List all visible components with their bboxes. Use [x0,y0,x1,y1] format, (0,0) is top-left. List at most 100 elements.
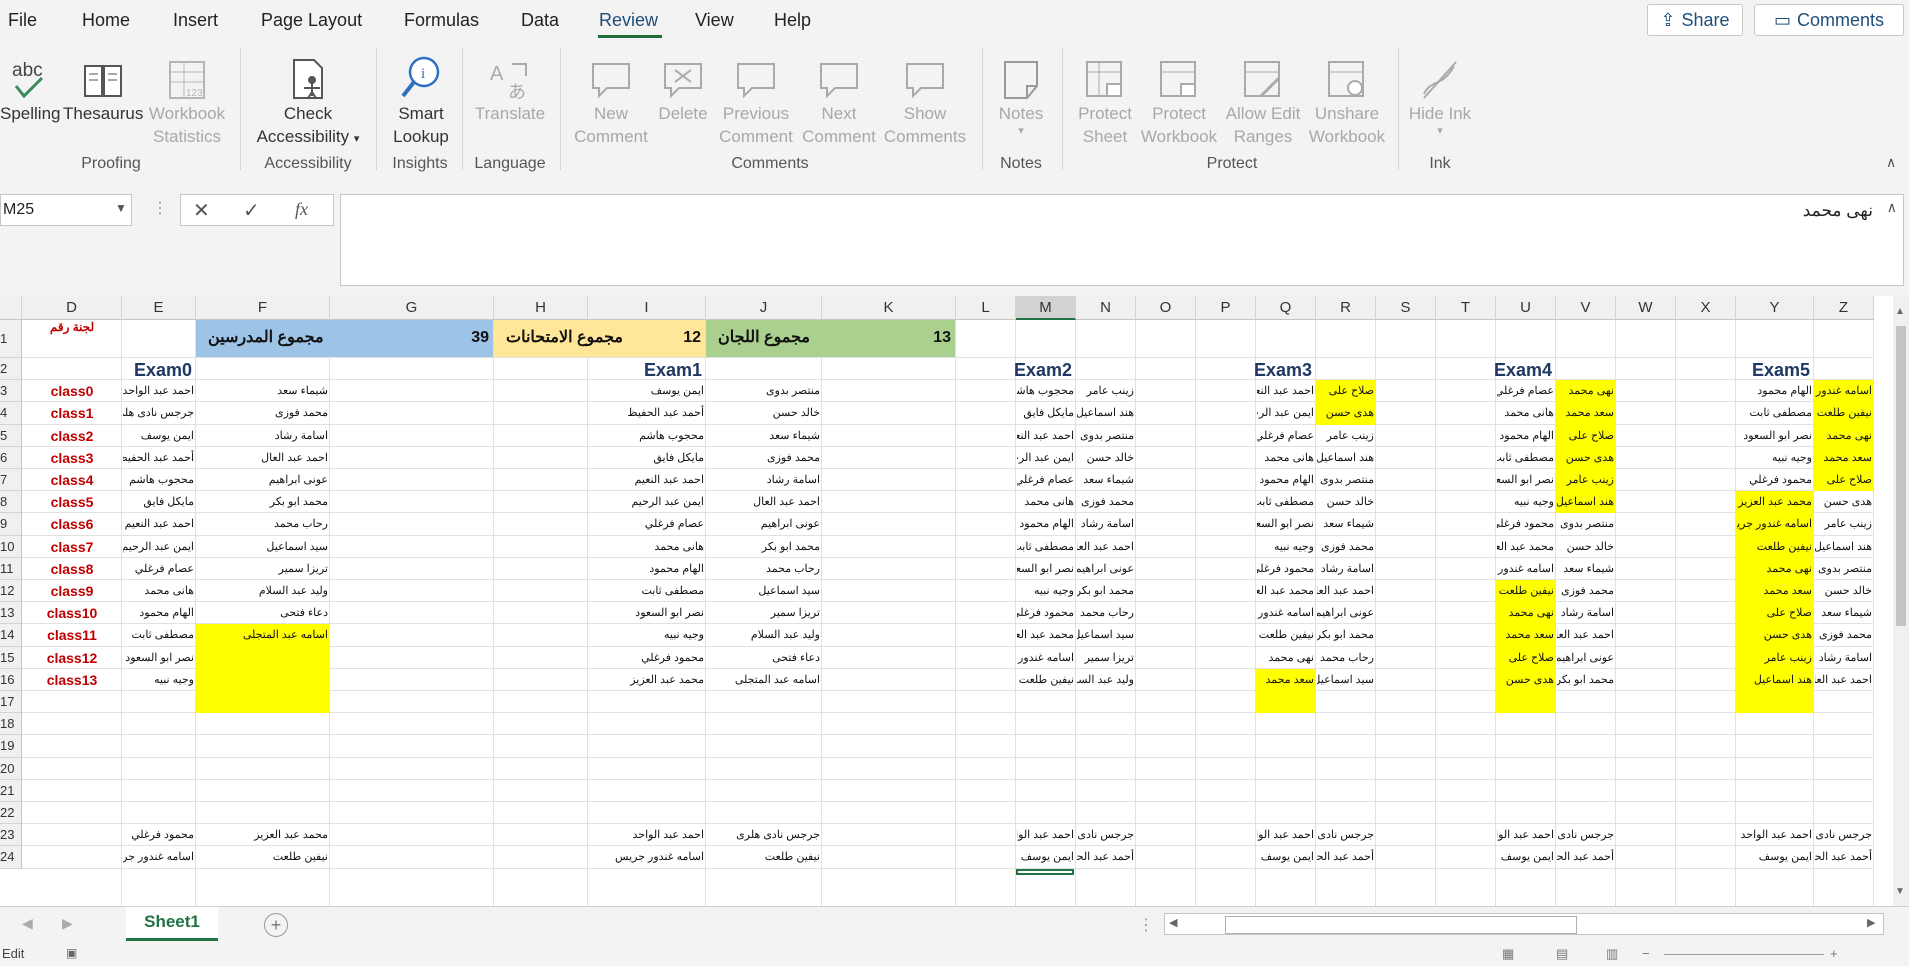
table-cell[interactable]: جرجس نادى [1557,824,1614,846]
next-comment-button[interactable]: Next Comment [800,48,878,148]
table-cell[interactable]: محجوب هاشم [1017,380,1074,402]
column-header-r[interactable]: R [1316,296,1376,320]
table-cell[interactable]: شيماء سعد [707,425,820,447]
column-header-g[interactable]: G [330,296,494,320]
table-cell[interactable]: نصر ابو السعود [589,602,704,624]
table-cell[interactable]: اسامة رشاد [1557,602,1614,624]
table-cell[interactable]: احمد عبد النعيم [1257,380,1314,402]
table-cell[interactable]: احمد عبد العال [197,447,328,469]
column-header-j[interactable]: J [706,296,822,320]
table-cell[interactable]: ايمن عبد الرحيم [1257,402,1314,424]
table-cell[interactable]: عصام فرغلي [123,558,194,580]
show-comments-button[interactable]: Show Comments [880,48,970,148]
table-cell[interactable]: مصطفى ثابت [1257,491,1314,513]
table-cell[interactable]: عونى ابراهيم [1317,602,1374,624]
row-header-10[interactable]: 10 [0,535,22,558]
table-cell[interactable]: محمد ابو بكر [1557,669,1614,691]
table-cell[interactable]: محمد ابو بكر [1317,624,1374,646]
table-cell[interactable]: محمد عبد العزيز [1017,624,1074,646]
table-cell[interactable]: محمود فرغلي [1497,513,1554,535]
table-cell[interactable]: اسامه غندور جريس [1737,513,1812,535]
horizontal-scroll-thumb[interactable] [1225,916,1577,934]
table-cell[interactable]: الهام محمود [123,602,194,624]
row-header-23[interactable]: 23 [0,824,22,847]
row-header-5[interactable]: 5 [0,424,22,447]
vertical-scrollbar[interactable]: ▲ ▼ [1893,296,1909,906]
table-cell[interactable]: وليد عبد السلام [707,624,820,646]
row-header-22[interactable]: 22 [0,802,22,825]
table-cell[interactable]: نيفين طلعت [1257,624,1314,646]
table-cell[interactable]: نهى محمد [1257,647,1314,669]
unshare-workbook-button[interactable]: Unshare Workbook [1306,48,1388,148]
table-cell[interactable]: عصام فرغلي [1257,425,1314,447]
scroll-thumb[interactable] [1896,326,1906,626]
table-cell[interactable]: مايكل فايق [123,491,194,513]
table-cell[interactable]: الهام محمود [589,558,704,580]
table-cell[interactable]: ايمن يوسف [1737,846,1812,868]
table-cell[interactable]: نهى محمد [1815,425,1872,447]
table-cell[interactable]: ايمن يوسف [1257,846,1314,868]
table-cell[interactable]: نيفين طلعت [707,846,820,868]
table-cell[interactable]: وجيه نبيه [1737,447,1812,469]
table-cell[interactable]: أحمد عبد الحفيظ [1317,846,1374,868]
insert-function-icon[interactable]: fx [295,199,308,220]
column-header-l[interactable]: L [956,296,1016,320]
table-cell[interactable]: شيماء سعد [197,380,328,402]
table-cell[interactable]: مصطفى ثابت [1497,447,1554,469]
collapse-ribbon-icon[interactable]: ∧ [1886,154,1896,171]
table-cell[interactable]: محمد ابو بكر [197,491,328,513]
select-all-corner[interactable] [0,296,22,320]
table-cell[interactable]: وجيه نبيه [1497,491,1554,513]
row-header-17[interactable]: 17 [0,691,22,714]
menu-insert[interactable]: Insert [173,10,218,31]
row-header-21[interactable]: 21 [0,779,22,802]
prev-sheet-icon[interactable]: ◀ [22,915,33,932]
table-cell[interactable]: اسامة رشاد [1077,513,1134,535]
table-cell[interactable]: مايكل فايق [589,447,704,469]
sheet-tab-sheet1[interactable]: Sheet1 [126,907,218,941]
table-cell[interactable]: محمود فرغلي [1257,558,1314,580]
table-cell[interactable]: شيماء سعد [1815,602,1872,624]
table-cell[interactable]: جرجس نادى [1077,824,1134,846]
table-cell[interactable]: أحمد عبد الحفيظ [1557,846,1614,868]
table-cell[interactable]: عصام فرغلي [1497,380,1554,402]
row-header-24[interactable]: 24 [0,846,22,869]
table-cell[interactable]: أحمد عبد الحفيظ [1815,846,1872,868]
table-cell[interactable]: صلاح على [1317,380,1374,402]
scroll-down-icon[interactable]: ▼ [1895,886,1905,897]
previous-comment-button[interactable]: Previous Comment [716,48,796,148]
table-cell[interactable]: محمد ابو بكر [1077,580,1134,602]
table-cell[interactable]: احمد عبد الواحد [1257,824,1314,846]
zoom-slider[interactable] [1664,954,1824,955]
table-cell[interactable]: مصطفى ثابت [123,624,194,646]
table-cell[interactable]: هدى حسن [1317,402,1374,424]
table-cell[interactable]: نهى محمد [1557,380,1614,402]
add-sheet-icon[interactable]: + [264,913,288,937]
table-cell[interactable]: احمد عبد الواحد [1737,824,1812,846]
table-cell[interactable]: أحمد عبد الحفيظ [589,402,704,424]
table-cell[interactable]: نيفين طلعت [1815,402,1872,424]
table-cell[interactable]: دعاء فتحى [197,602,328,624]
table-cell[interactable]: نصر ابو السعود [1497,469,1554,491]
table-cell[interactable]: نيفين طلعت [1737,536,1812,558]
table-cell[interactable]: اسامة رشاد [1815,647,1872,669]
expand-formula-icon[interactable]: ∧ [1887,199,1897,216]
table-cell[interactable]: محمد عبد العزيز [589,669,704,691]
table-cell[interactable]: مصطفى ثابت [1017,536,1074,558]
table-cell[interactable]: رحاب محمد [1077,602,1134,624]
menu-file[interactable]: File [8,10,37,31]
table-cell[interactable]: هند اسماعيل [1815,536,1872,558]
table-cell[interactable]: نهى محمد [1737,558,1812,580]
table-cell[interactable]: نصر ابو السعود [1737,425,1812,447]
table-cell[interactable]: مصطفى ثابت [589,580,704,602]
table-cell[interactable]: اسامه عبد المتجلى [707,669,820,691]
table-cell[interactable]: اسامه غندور جريس [123,846,194,868]
cancel-icon[interactable]: ✕ [193,198,210,223]
table-cell[interactable]: وليد عبد السلام [197,580,328,602]
table-cell[interactable]: زينب عامر [1737,647,1812,669]
table-cell[interactable]: محمد عبد العزيز [1257,580,1314,602]
row-header-11[interactable]: 11 [0,557,22,580]
table-cell[interactable]: هدى حسن [1557,447,1614,469]
row-header-6[interactable]: 6 [0,446,22,469]
new-comment-button[interactable]: New Comment [568,48,654,148]
